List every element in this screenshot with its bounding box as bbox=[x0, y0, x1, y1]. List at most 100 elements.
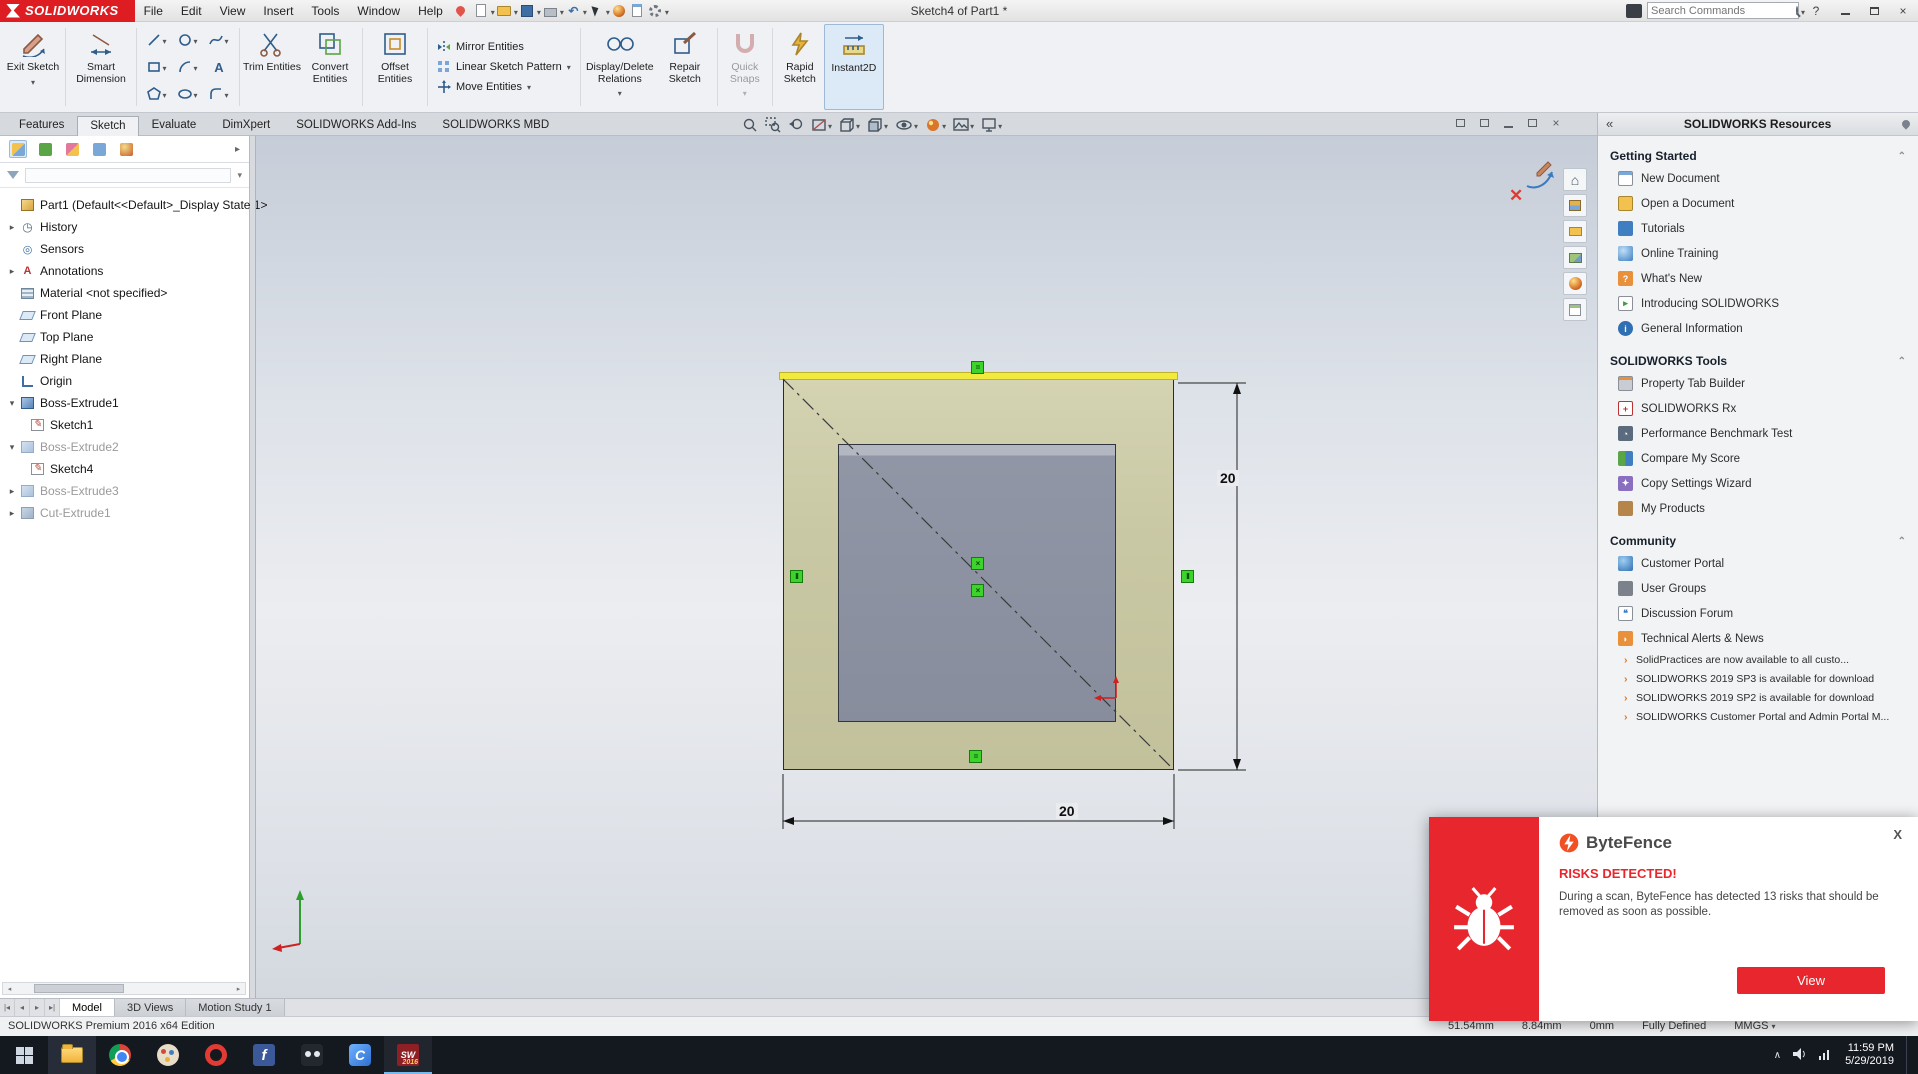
view-orientation-caret[interactable] bbox=[856, 116, 860, 134]
tree-item-sensors[interactable]: ◎ Sensors bbox=[2, 238, 249, 260]
undo-caret[interactable] bbox=[583, 4, 587, 18]
tab-motion-study[interactable]: Motion Study 1 bbox=[186, 999, 285, 1016]
cancel-sketch-icon[interactable]: ✕ bbox=[1509, 186, 1523, 206]
tree-item-right-plane[interactable]: Right Plane bbox=[2, 348, 249, 370]
tree-horizontal-scrollbar[interactable]: ◂ ▸ bbox=[2, 982, 246, 995]
home-icon[interactable] bbox=[1563, 168, 1587, 191]
view-orientation-button[interactable] bbox=[839, 116, 860, 134]
tree-item-top-plane[interactable]: Top Plane bbox=[2, 326, 249, 348]
view-button[interactable]: View bbox=[1737, 967, 1885, 994]
general-information-link[interactable]: i General Information bbox=[1598, 316, 1918, 341]
show-desktop-button[interactable] bbox=[1906, 1036, 1912, 1074]
tree-item-origin[interactable]: Origin bbox=[2, 370, 249, 392]
my-products-link[interactable]: My Products bbox=[1598, 496, 1918, 521]
trim-entities-button[interactable]: Trim Entities bbox=[243, 24, 301, 110]
collapse-pane-icon[interactable] bbox=[1606, 115, 1613, 133]
new-document-link[interactable]: New Document bbox=[1598, 166, 1918, 191]
tree-item-boss-extrude1[interactable]: Boss-Extrude1 bbox=[2, 392, 249, 414]
zoom-area-button[interactable] bbox=[765, 117, 781, 133]
news-item[interactable]: SOLIDWORKS 2019 SP3 is available for dow… bbox=[1598, 670, 1918, 689]
menu-insert[interactable]: Insert bbox=[254, 0, 302, 22]
doc-restore-button[interactable] bbox=[1524, 116, 1540, 130]
tree-filter-input[interactable] bbox=[25, 167, 232, 183]
horizontal-dimension-label[interactable]: 20 bbox=[1056, 803, 1078, 819]
cascade-windows-button[interactable] bbox=[1476, 116, 1492, 130]
relation-badge-center-1[interactable]: × bbox=[971, 557, 984, 570]
tab-evaluate[interactable]: Evaluate bbox=[139, 115, 210, 135]
dock-pane-button[interactable] bbox=[1452, 116, 1468, 130]
paint-taskbar-button[interactable] bbox=[144, 1036, 192, 1074]
edit-appearance-caret[interactable] bbox=[942, 116, 946, 134]
relation-badge-left[interactable]: II bbox=[790, 570, 803, 583]
technical-alerts-link[interactable]: ◗ Technical Alerts & News bbox=[1598, 626, 1918, 651]
open-button[interactable] bbox=[496, 3, 513, 18]
edit-appearance-button[interactable] bbox=[925, 116, 946, 134]
offset-entities-button[interactable]: Offset Entities bbox=[366, 24, 424, 110]
save-caret[interactable] bbox=[537, 4, 541, 18]
start-button[interactable] bbox=[0, 1036, 48, 1074]
display-delete-caret[interactable] bbox=[618, 88, 622, 100]
getting-started-header[interactable]: Getting Started bbox=[1598, 146, 1918, 166]
open-caret[interactable] bbox=[514, 4, 518, 18]
exit-sketch-caret[interactable] bbox=[31, 77, 35, 89]
tab-scroll-right[interactable]: ▸ bbox=[30, 999, 45, 1016]
popup-close-button[interactable]: X bbox=[1893, 827, 1902, 842]
ellipse-tool[interactable] bbox=[173, 81, 203, 107]
display-style-button[interactable] bbox=[867, 116, 888, 134]
polygon-caret[interactable] bbox=[162, 85, 166, 103]
display-delete-relations-button[interactable]: Display/Delete Relations bbox=[584, 24, 656, 110]
convert-entities-button[interactable]: Convert Entities bbox=[301, 24, 359, 110]
spline-caret[interactable] bbox=[224, 31, 228, 49]
display-style-caret[interactable] bbox=[884, 116, 888, 134]
apply-scene-button[interactable] bbox=[953, 116, 974, 134]
apply-scene-caret[interactable] bbox=[970, 116, 974, 134]
collapse-arrow[interactable] bbox=[6, 398, 18, 409]
search-scope-icon[interactable] bbox=[1626, 3, 1642, 18]
menu-file[interactable]: File bbox=[135, 0, 172, 22]
save-button[interactable] bbox=[519, 3, 536, 18]
restore-button[interactable] bbox=[1862, 2, 1886, 20]
menu-help[interactable]: Help bbox=[409, 0, 452, 22]
repair-sketch-button[interactable]: Repair Sketch bbox=[656, 24, 714, 110]
doc-minimize-button[interactable] bbox=[1500, 116, 1516, 130]
pin-menu-icon[interactable] bbox=[453, 4, 467, 17]
rapid-sketch-button[interactable]: Rapid Sketch bbox=[776, 24, 824, 110]
file-explorer-icon[interactable] bbox=[1563, 220, 1587, 243]
tree-item-cut-extrude1[interactable]: Cut-Extrude1 bbox=[2, 502, 249, 524]
tab-sketch[interactable]: Sketch bbox=[77, 116, 139, 136]
expand-arrow[interactable] bbox=[6, 486, 18, 497]
rectangle-tool[interactable] bbox=[142, 54, 172, 80]
ellipse-caret[interactable] bbox=[193, 85, 197, 103]
minimize-button[interactable] bbox=[1833, 2, 1857, 20]
sheet-properties-button[interactable] bbox=[629, 3, 646, 18]
tab-dimxpert[interactable]: DimXpert bbox=[209, 115, 283, 135]
tab-scroll-first[interactable]: |◂ bbox=[0, 999, 15, 1016]
news-item[interactable]: SOLIDWORKS Customer Portal and Admin Por… bbox=[1598, 708, 1918, 727]
hide-show-items-button[interactable] bbox=[895, 116, 918, 134]
relation-badge-center-2[interactable]: × bbox=[971, 584, 984, 597]
move-entities-button[interactable]: Move Entities bbox=[437, 80, 571, 94]
expand-arrow[interactable] bbox=[6, 508, 18, 519]
scroll-right-arrow[interactable]: ▸ bbox=[232, 983, 245, 994]
hide-show-caret[interactable] bbox=[914, 116, 918, 134]
vertical-dimension-label[interactable]: 20 bbox=[1217, 470, 1239, 486]
property-tab-builder-link[interactable]: Property Tab Builder bbox=[1598, 371, 1918, 396]
customer-portal-link[interactable]: Customer Portal bbox=[1598, 551, 1918, 576]
tree-item-annotations[interactable]: A Annotations bbox=[2, 260, 249, 282]
propertymanager-tab[interactable] bbox=[36, 140, 54, 158]
menu-edit[interactable]: Edit bbox=[172, 0, 211, 22]
community-header[interactable]: Community bbox=[1598, 531, 1918, 551]
file-explorer-taskbar-button[interactable] bbox=[48, 1036, 96, 1074]
news-item[interactable]: SolidPractices are now available to all … bbox=[1598, 651, 1918, 670]
tree-item-front-plane[interactable]: Front Plane bbox=[2, 304, 249, 326]
opera-taskbar-button[interactable] bbox=[192, 1036, 240, 1074]
solidworks-tools-header[interactable]: SOLIDWORKS Tools bbox=[1598, 351, 1918, 371]
print-caret[interactable] bbox=[560, 4, 564, 18]
view-settings-caret[interactable] bbox=[998, 116, 1002, 134]
menu-window[interactable]: Window bbox=[348, 0, 409, 22]
tree-item-history[interactable]: ◷ History bbox=[2, 216, 249, 238]
expand-arrow[interactable] bbox=[6, 222, 18, 233]
options-caret[interactable] bbox=[665, 4, 669, 18]
panel-splitter[interactable] bbox=[250, 136, 256, 998]
tab-scroll-left[interactable]: ◂ bbox=[15, 999, 30, 1016]
